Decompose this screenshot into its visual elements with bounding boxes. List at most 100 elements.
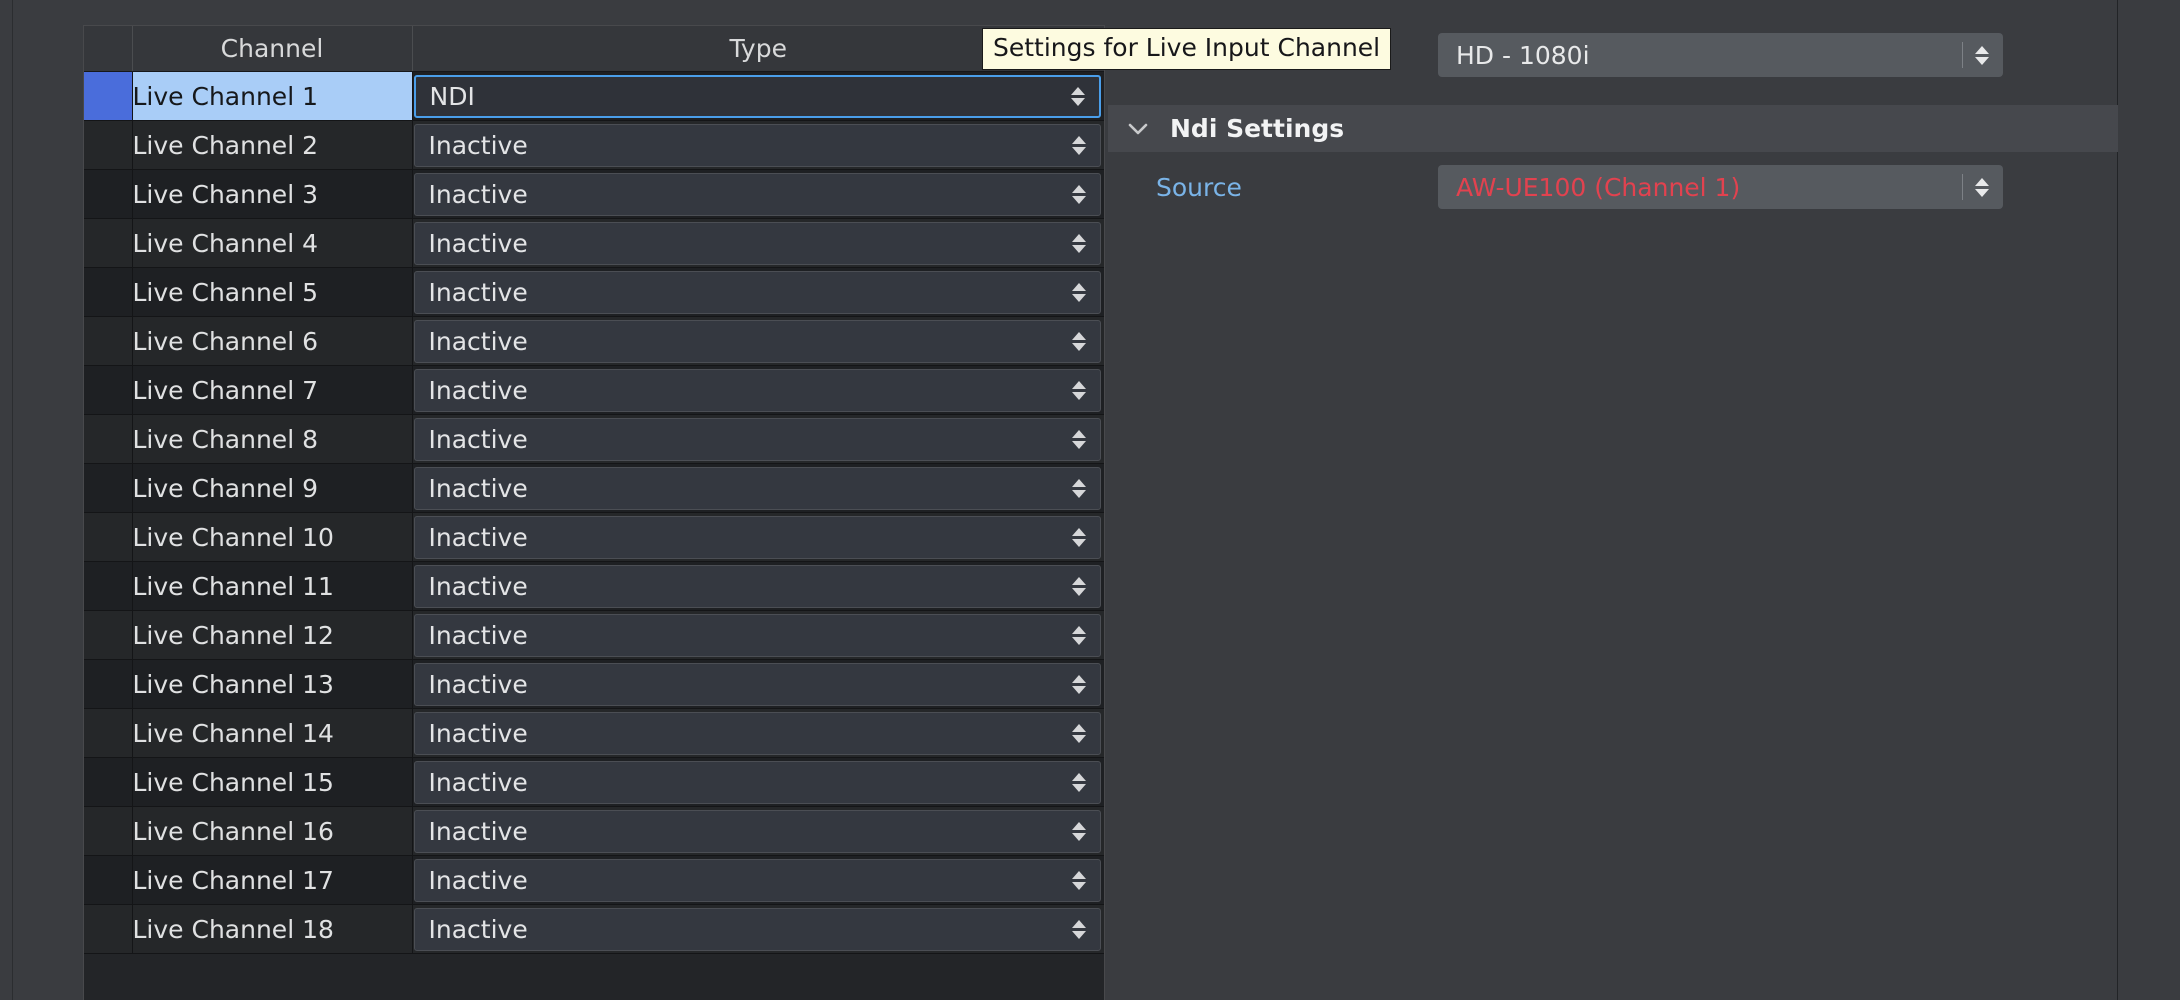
- channel-type-combobox[interactable]: Inactive: [414, 810, 1102, 853]
- row-selector-cell[interactable]: [84, 219, 132, 268]
- channel-type-combobox[interactable]: Inactive: [414, 369, 1102, 412]
- channel-type-combobox[interactable]: Inactive: [414, 565, 1102, 608]
- channel-type-combobox[interactable]: Inactive: [414, 320, 1102, 363]
- channel-name-cell[interactable]: Live Channel 5: [132, 268, 412, 317]
- channel-type-combobox[interactable]: Inactive: [414, 761, 1102, 804]
- row-selector-cell[interactable]: [84, 317, 132, 366]
- channel-type-combobox[interactable]: Inactive: [414, 418, 1102, 461]
- table-row[interactable]: Live Channel 6Inactive: [84, 317, 1104, 366]
- channel-name-cell[interactable]: Live Channel 4: [132, 219, 412, 268]
- channel-type-combobox[interactable]: Inactive: [414, 271, 1102, 314]
- channel-type-combobox[interactable]: Inactive: [414, 859, 1102, 902]
- spinner-arrows-icon[interactable]: [1072, 914, 1086, 944]
- channel-type-combobox[interactable]: Inactive: [414, 663, 1102, 706]
- row-selector-cell[interactable]: [84, 807, 132, 856]
- row-selector-cell[interactable]: [84, 905, 132, 954]
- channel-type-combobox[interactable]: Inactive: [414, 516, 1102, 559]
- source-combobox[interactable]: AW-UE100 (Channel 1): [1438, 165, 2003, 209]
- spinner-arrows-icon[interactable]: [1072, 669, 1086, 699]
- table-row[interactable]: Live Channel 13Inactive: [84, 660, 1104, 709]
- ndi-settings-section-header[interactable]: Ndi Settings: [1108, 105, 2118, 152]
- table-row[interactable]: Live Channel 2Inactive: [84, 121, 1104, 170]
- table-row[interactable]: Live Channel 12Inactive: [84, 611, 1104, 660]
- spinner-arrows-icon[interactable]: [1975, 40, 1989, 70]
- channel-name-cell[interactable]: Live Channel 13: [132, 660, 412, 709]
- row-selector-cell[interactable]: [84, 72, 132, 121]
- row-selector-cell[interactable]: [84, 758, 132, 807]
- channel-type-combobox[interactable]: Inactive: [414, 173, 1102, 216]
- chevron-down-icon[interactable]: [1116, 122, 1160, 136]
- row-selector-cell[interactable]: [84, 121, 132, 170]
- channel-type-combobox[interactable]: Inactive: [414, 908, 1102, 951]
- table-row[interactable]: Live Channel 7Inactive: [84, 366, 1104, 415]
- spinner-arrows-icon[interactable]: [1072, 375, 1086, 405]
- channel-type-combobox[interactable]: NDI: [414, 75, 1102, 118]
- table-row[interactable]: Live Channel 1NDI: [84, 72, 1104, 121]
- table-row[interactable]: Live Channel 10Inactive: [84, 513, 1104, 562]
- row-selector-cell[interactable]: [84, 415, 132, 464]
- video-system-value: HD - 1080i: [1456, 41, 1590, 70]
- channel-name-cell[interactable]: Live Channel 16: [132, 807, 412, 856]
- column-header-selector[interactable]: [84, 26, 132, 72]
- channel-type-combobox[interactable]: Inactive: [414, 614, 1102, 657]
- row-selector-cell[interactable]: [84, 268, 132, 317]
- spinner-arrows-icon[interactable]: [1072, 277, 1086, 307]
- table-row[interactable]: Live Channel 4Inactive: [84, 219, 1104, 268]
- channel-type-combobox[interactable]: Inactive: [414, 712, 1102, 755]
- spinner-arrows-icon[interactable]: [1072, 179, 1086, 209]
- channel-name-cell[interactable]: Live Channel 10: [132, 513, 412, 562]
- spinner-arrows-icon[interactable]: [1072, 620, 1086, 650]
- row-selector-cell[interactable]: [84, 611, 132, 660]
- row-selector-cell[interactable]: [84, 513, 132, 562]
- table-row[interactable]: Live Channel 14Inactive: [84, 709, 1104, 758]
- spinner-arrows-icon[interactable]: [1072, 767, 1086, 797]
- spinner-arrows-icon[interactable]: [1072, 816, 1086, 846]
- spinner-arrows-icon[interactable]: [1072, 326, 1086, 356]
- channel-name-cell[interactable]: Live Channel 15: [132, 758, 412, 807]
- channel-type-combobox[interactable]: Inactive: [414, 222, 1102, 265]
- table-row[interactable]: Live Channel 11Inactive: [84, 562, 1104, 611]
- column-header-channel[interactable]: Channel: [132, 26, 412, 72]
- channel-name-cell[interactable]: Live Channel 6: [132, 317, 412, 366]
- row-selector-cell[interactable]: [84, 562, 132, 611]
- channel-name-cell[interactable]: Live Channel 7: [132, 366, 412, 415]
- channel-name-cell[interactable]: Live Channel 8: [132, 415, 412, 464]
- table-row[interactable]: Live Channel 9Inactive: [84, 464, 1104, 513]
- channel-name-cell[interactable]: Live Channel 2: [132, 121, 412, 170]
- table-row[interactable]: Live Channel 16Inactive: [84, 807, 1104, 856]
- channel-name-cell[interactable]: Live Channel 1: [132, 72, 412, 121]
- channel-name-cell[interactable]: Live Channel 18: [132, 905, 412, 954]
- channel-name-cell[interactable]: Live Channel 3: [132, 170, 412, 219]
- channel-type-combobox[interactable]: Inactive: [414, 124, 1102, 167]
- channel-type-value: Inactive: [429, 425, 528, 454]
- spinner-arrows-icon[interactable]: [1072, 424, 1086, 454]
- row-selector-cell[interactable]: [84, 170, 132, 219]
- row-selector-cell[interactable]: [84, 660, 132, 709]
- channel-name-cell[interactable]: Live Channel 17: [132, 856, 412, 905]
- channel-name-cell[interactable]: Live Channel 9: [132, 464, 412, 513]
- spinner-arrows-icon[interactable]: [1072, 718, 1086, 748]
- channel-name-cell[interactable]: Live Channel 14: [132, 709, 412, 758]
- table-row[interactable]: Live Channel 3Inactive: [84, 170, 1104, 219]
- channel-name-cell[interactable]: Live Channel 11: [132, 562, 412, 611]
- table-row[interactable]: Live Channel 15Inactive: [84, 758, 1104, 807]
- row-selector-cell[interactable]: [84, 709, 132, 758]
- row-selector-cell[interactable]: [84, 856, 132, 905]
- spinner-arrows-icon[interactable]: [1072, 130, 1086, 160]
- spinner-arrows-icon[interactable]: [1072, 228, 1086, 258]
- channel-type-combobox[interactable]: Inactive: [414, 467, 1102, 510]
- table-row[interactable]: Live Channel 17Inactive: [84, 856, 1104, 905]
- table-row[interactable]: Live Channel 18Inactive: [84, 905, 1104, 954]
- spinner-arrows-icon[interactable]: [1072, 473, 1086, 503]
- spinner-arrows-icon[interactable]: [1072, 571, 1086, 601]
- spinner-arrows-icon[interactable]: [1072, 865, 1086, 895]
- channel-name-cell[interactable]: Live Channel 12: [132, 611, 412, 660]
- spinner-arrows-icon[interactable]: [1975, 172, 1989, 202]
- row-selector-cell[interactable]: [84, 464, 132, 513]
- row-selector-cell[interactable]: [84, 366, 132, 415]
- video-system-combobox[interactable]: HD - 1080i: [1438, 33, 2003, 77]
- table-row[interactable]: Live Channel 8 Inactive: [84, 415, 1104, 464]
- table-row[interactable]: Live Channel 5Inactive: [84, 268, 1104, 317]
- spinner-arrows-icon[interactable]: [1072, 522, 1086, 552]
- spinner-arrows-icon[interactable]: [1071, 81, 1085, 111]
